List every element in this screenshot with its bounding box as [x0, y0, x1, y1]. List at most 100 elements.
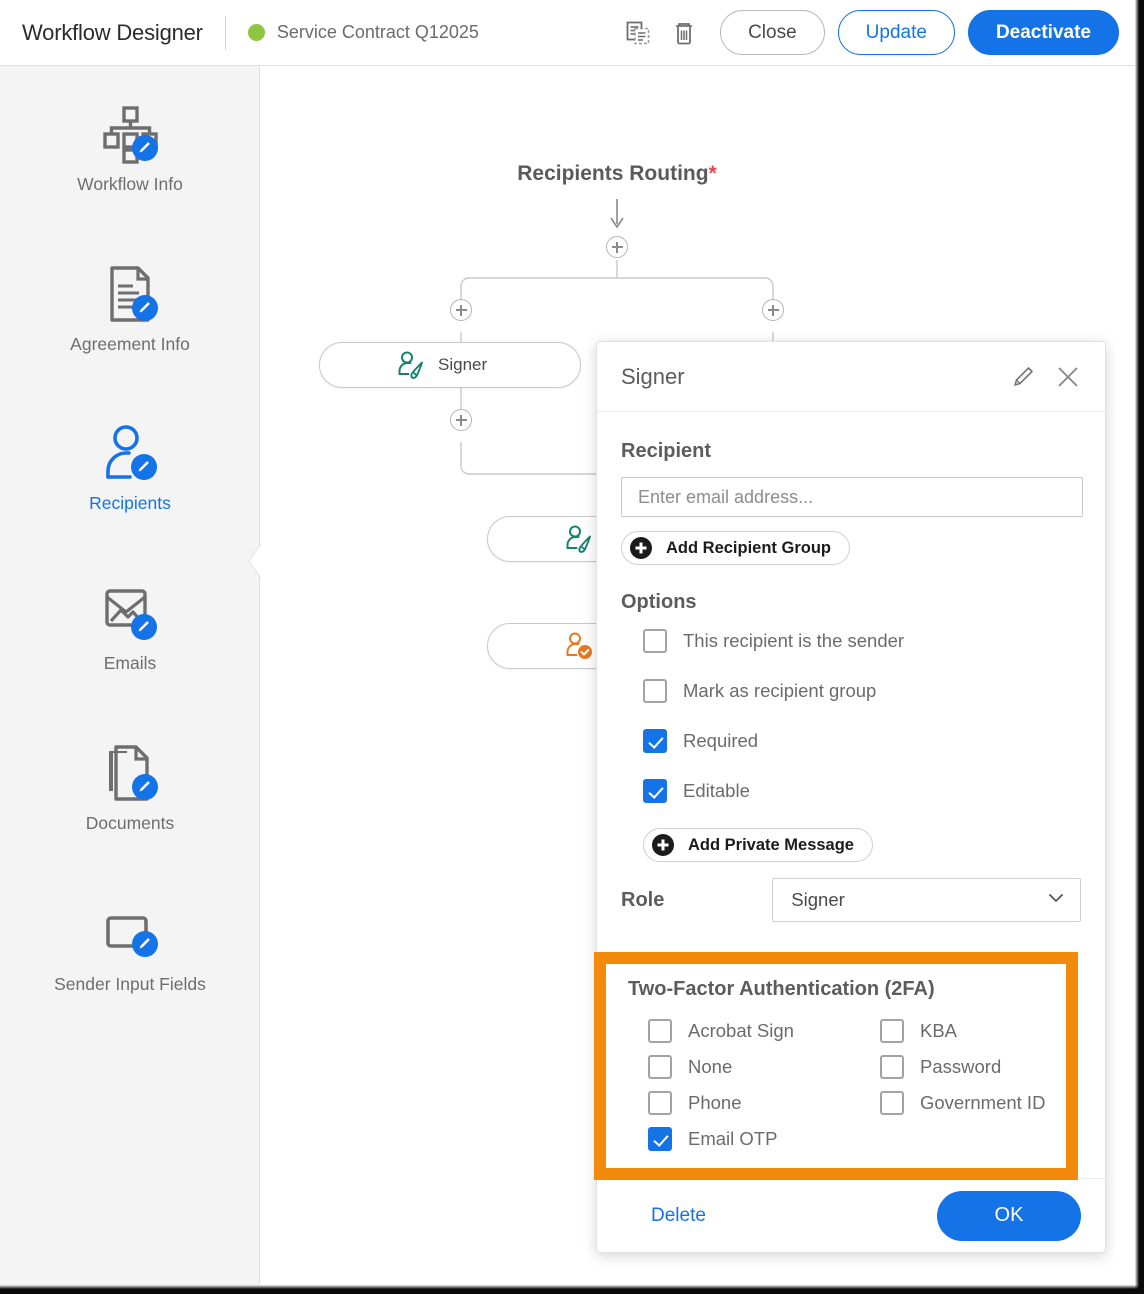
checkbox-icon — [648, 1127, 672, 1151]
checkbox-icon — [880, 1019, 904, 1043]
add-step-plus-icon[interactable] — [450, 409, 472, 431]
close-button[interactable]: Close — [720, 10, 825, 55]
dialog-body: Recipient Add Recipient Group Options Th… — [597, 440, 1105, 922]
close-icon[interactable] — [1053, 362, 1083, 392]
document-name: Service Contract Q12025 — [276, 22, 479, 42]
checkbox-editable[interactable]: Editable — [621, 766, 1081, 816]
add-recipient-group-button[interactable]: Add Recipient Group — [621, 531, 850, 565]
checkbox-icon — [643, 779, 667, 803]
app-window: Workflow Designer Service Contract Q1202… — [0, 0, 1144, 1294]
sidebar-item-label: Workflow Info — [77, 174, 183, 194]
checkbox-icon — [648, 1091, 672, 1115]
status-badge — [247, 24, 265, 41]
documents-icon — [97, 743, 163, 805]
checkbox-acrobat-sign[interactable]: Acrobat Sign — [628, 1013, 860, 1049]
checkbox-label: Acrobat Sign — [688, 1020, 794, 1041]
checkbox-icon — [880, 1091, 904, 1115]
sidebar-item-workflow-info[interactable]: Workflow Info — [0, 104, 260, 195]
checkbox-icon — [648, 1019, 672, 1043]
checkbox-icon — [643, 729, 667, 753]
checkbox-icon — [648, 1055, 672, 1079]
add-private-message-button[interactable]: Add Private Message — [643, 828, 873, 862]
trash-icon[interactable] — [661, 10, 707, 56]
dialog-header-actions — [1009, 362, 1083, 392]
sidebar-item-label: Agreement Info — [70, 334, 190, 354]
sidebar-item-label: Recipients — [89, 493, 171, 513]
window-frame-bottom — [0, 1285, 1144, 1294]
recipient-section-title: Recipient — [621, 440, 712, 462]
checkbox-government-id[interactable]: Government ID — [860, 1085, 1045, 1121]
workflow-info-icon — [97, 104, 163, 166]
add-step-plus-icon[interactable] — [450, 299, 472, 321]
window-frame-right — [1135, 0, 1144, 1294]
sidebar-item-recipients[interactable]: Recipients — [0, 423, 260, 514]
role-row: Role Signer — [621, 878, 1081, 922]
checkbox-this-recipient-is-the-sender[interactable]: This recipient is the sender — [621, 616, 1081, 666]
checkbox-icon — [880, 1055, 904, 1079]
header-actions: Close Update Deactivate — [615, 10, 1135, 56]
emails-icon — [97, 583, 163, 645]
dialog-header: Signer — [597, 342, 1105, 412]
dialog-footer: Delete OK — [597, 1178, 1105, 1252]
page-title: Workflow Designer — [22, 19, 203, 45]
checkbox-label: This recipient is the sender — [683, 630, 905, 651]
checkbox-label: Email OTP — [688, 1128, 778, 1149]
add-step-plus-icon[interactable] — [762, 299, 784, 321]
update-button[interactable]: Update — [837, 10, 955, 55]
app-header: Workflow Designer Service Contract Q1202… — [0, 0, 1135, 66]
options-section-title: Options — [621, 591, 697, 613]
checkbox-label: Required — [683, 730, 759, 751]
add-step-plus-icon[interactable] — [606, 236, 628, 258]
checkbox-icon — [643, 629, 667, 653]
sidebar-item-label: Sender Input Fields — [54, 974, 206, 994]
pencil-icon[interactable] — [1009, 362, 1039, 392]
checkbox-label: None — [688, 1056, 733, 1077]
two-factor-left-column: Acrobat Sign None Phone Email OTP — [628, 1013, 860, 1157]
sidebar-item-documents[interactable]: Documents — [0, 743, 260, 834]
checkbox-email-otp[interactable]: Email OTP — [628, 1121, 860, 1157]
role-select[interactable]: Signer — [772, 878, 1081, 922]
checkbox-label: Phone — [688, 1092, 742, 1113]
checkbox-mark-as-recipient-group[interactable]: Mark as recipient group — [621, 666, 1081, 716]
checkbox-password[interactable]: Password — [860, 1049, 1045, 1085]
role-value: Signer — [791, 889, 845, 910]
sidebar-item-emails[interactable]: Emails — [0, 583, 260, 674]
checkbox-label: Mark as recipient group — [683, 680, 877, 701]
two-factor-grid: Acrobat Sign None Phone Email OTP KBA Pa… — [628, 1013, 1066, 1157]
two-factor-right-column: KBA Password Government ID — [860, 1013, 1045, 1157]
signer-icon — [396, 350, 426, 380]
two-factor-authentication-section: Two-Factor Authentication (2FA) Acrobat … — [594, 952, 1078, 1180]
deactivate-button[interactable]: Deactivate — [967, 10, 1119, 55]
active-item-indicator — [248, 543, 262, 579]
email-field[interactable] — [621, 477, 1083, 517]
checkbox-label: Government ID — [920, 1092, 1046, 1113]
plus-circle-icon — [630, 537, 652, 559]
recipient-settings-dialog: Signer Recipient Enter email address... … — [594, 341, 1106, 1253]
checkbox-phone[interactable]: Phone — [628, 1085, 860, 1121]
checkbox-label: Editable — [683, 780, 750, 801]
role-label: Role — [621, 888, 665, 911]
sidebar-item-sender-input-fields[interactable]: Sender Input Fields — [0, 904, 260, 995]
delete-button[interactable]: Delete — [651, 1205, 706, 1227]
plus-circle-icon — [652, 834, 674, 856]
signer-icon — [564, 524, 594, 554]
sender-input-fields-icon — [97, 904, 163, 966]
duplicate-icon[interactable] — [615, 10, 661, 56]
recipients-icon — [97, 423, 163, 485]
approver-icon — [564, 631, 594, 661]
header-divider — [224, 15, 226, 50]
sidebar: Workflow Info Agreement Info Recipients … — [0, 66, 262, 1285]
sidebar-item-agreement-info[interactable]: Agreement Info — [0, 264, 260, 355]
ok-button[interactable]: OK — [937, 1190, 1081, 1241]
agreement-info-icon — [97, 264, 163, 326]
checkbox-kba[interactable]: KBA — [860, 1013, 1045, 1049]
sidebar-item-label: Emails — [103, 653, 157, 673]
two-factor-inner: Two-Factor Authentication (2FA) Acrobat … — [606, 964, 1066, 1157]
dialog-title: Signer — [621, 363, 685, 389]
workflow-node-label: Signer — [438, 355, 488, 374]
workflow-node-signer-1[interactable]: Signer — [319, 342, 581, 388]
sidebar-item-label: Documents — [85, 813, 175, 833]
checkbox-required[interactable]: Required — [621, 716, 1081, 766]
checkbox-label: KBA — [920, 1020, 958, 1041]
checkbox-none[interactable]: None — [628, 1049, 860, 1085]
